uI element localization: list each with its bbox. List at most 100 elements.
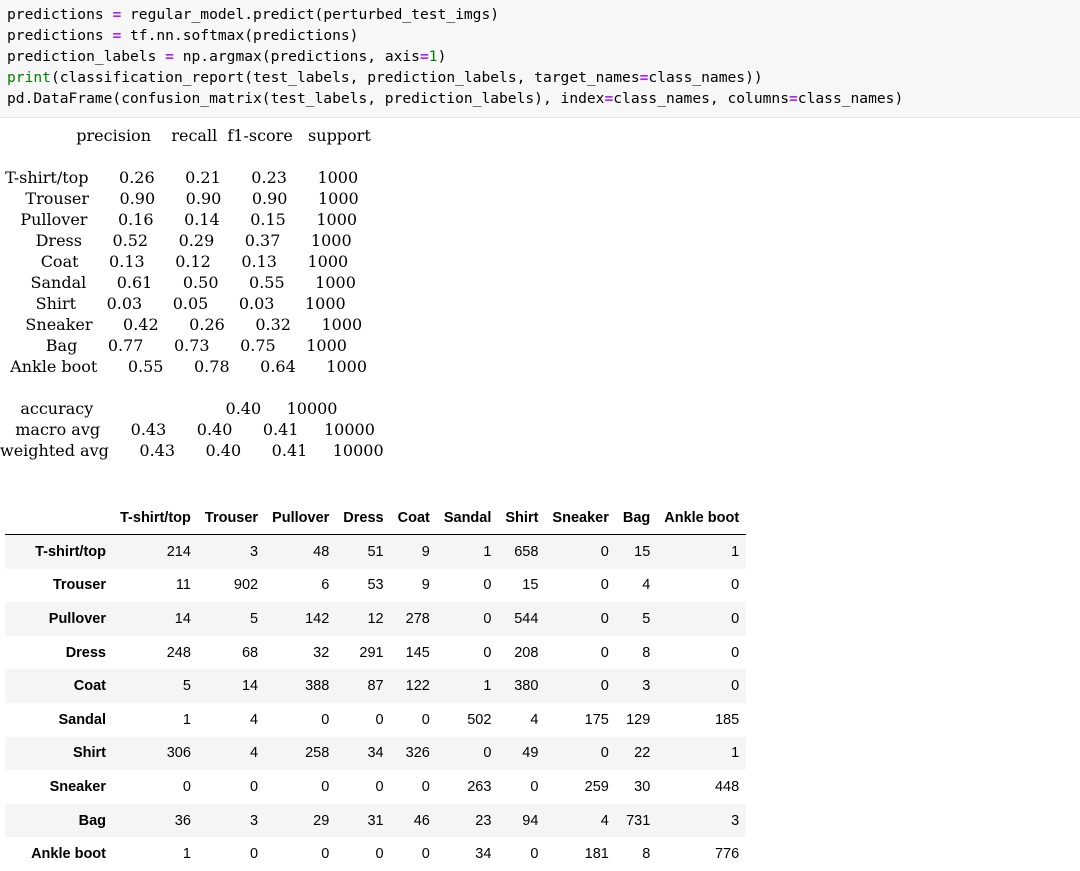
matrix-cell: 902 [233,577,259,594]
matrix-cell: 248 [166,644,191,661]
column-header: Bag [615,502,658,535]
matrix-cell: 502 [467,711,492,728]
matrix-cell: 3 [731,812,740,829]
matrix-cell: 68 [241,644,259,661]
matrix-cell: 0 [530,778,539,795]
matrix-cell: 0 [600,644,609,661]
report-line: Dress 0.52 0.29 0.37 1000 [0,231,352,250]
matrix-cell: 0 [321,711,330,728]
matrix-cell: 23 [475,812,492,829]
matrix-cell: 0 [250,846,259,863]
matrix-cell: 14 [174,610,191,627]
report-line: macro avg 0.43 0.40 0.41 10000 [0,420,375,439]
matrix-cell: 11 [175,577,191,594]
table-row: Sandal 1 4 0 0 0 502 4 175 129 185 [5,703,746,737]
matrix-cell: 0 [731,610,740,627]
row-header: Dress [65,644,106,661]
matrix-cell: 3 [642,678,651,695]
report-line: Sneaker 0.42 0.26 0.32 1000 [0,315,363,334]
column-header: Pullover [265,502,337,535]
report-line [0,146,384,167]
matrix-cell: 5 [642,610,651,627]
code-token: print [7,69,51,86]
report-line: Pullover 0.16 0.14 0.15 1000 [0,210,358,229]
matrix-cell: 1 [182,846,191,863]
code-line: pd.DataFrame(confusion_matrix(test_label… [7,88,1080,109]
matrix-cell: 34 [367,745,384,762]
column-header: Sneaker [545,502,616,535]
matrix-cell: 22 [634,745,651,762]
matrix-cell: 5 [250,610,259,627]
matrix-cell: 0 [731,644,740,661]
table-row: Pullover 14 5 142 12 278 0 544 0 5 0 [5,602,747,636]
table-row: Shirt 306 4 258 34 326 0 49 0 22 1 [5,736,747,771]
code-token: = [789,90,798,107]
report-line: Bag 0.77 0.73 0.75 1000 [0,336,347,355]
row-header: T-shirt/top [35,543,106,560]
matrix-cell: 0 [421,711,430,728]
table-row: Coat 5 14 388 87 122 1 380 0 3 0 [5,669,747,703]
matrix-cell: 142 [305,610,330,627]
matrix-cell: 46 [413,812,430,829]
matrix-cell: 4 [642,577,651,594]
code-token: = [112,6,122,23]
matrix-cell: 448 [714,778,740,795]
code-token: = [112,27,122,44]
matrix-cell: 544 [514,610,539,627]
matrix-cell: 53 [367,577,384,594]
matrix-cell: 326 [405,745,430,762]
table-row: Ankle boot 1 0 0 0 0 34 0 181 8 776 [5,837,746,871]
matrix-cell: 291 [359,644,384,661]
matrix-cell: 0 [600,745,609,762]
matrix-cell: 1 [182,711,191,728]
matrix-cell: 8 [642,644,651,661]
report-line: Shirt 0.03 0.05 0.03 1000 [0,294,346,313]
table-row: Trouser 11 902 6 53 9 0 15 0 4 0 [5,569,746,603]
code-cell-input[interactable]: predictions = regular_model.predict(pert… [0,0,1080,118]
classification-report-output: precision recall f1-score support T-shir… [0,125,384,461]
report-line: Trouser 0.90 0.90 0.90 1000 [0,189,359,208]
report-line: Sandal 0.61 0.50 0.55 1000 [0,273,356,292]
matrix-cell: 731 [626,812,651,829]
matrix-cell: 32 [313,644,330,661]
matrix-cell: 0 [182,778,191,795]
matrix-cell: 0 [483,610,492,627]
code-token: predictions [7,6,113,23]
matrix-cell: 0 [421,778,430,795]
matrix-cell: 0 [321,778,330,795]
column-header: Coat [390,502,437,535]
code-token: ) [437,48,447,65]
code-token: np.argmax(predictions, axis [173,48,420,65]
code-token: regular_model.predict(perturbed_test_img… [121,6,500,23]
column-header: Trouser [197,502,266,535]
code-token: 1 [428,48,438,65]
row-header: Shirt [72,745,106,762]
row-header: Bag [78,812,106,829]
report-line: Ankle boot 0.55 0.78 0.64 1000 [0,357,367,376]
code-token: class_names) [797,90,904,107]
column-header: Ankle boot [657,502,747,535]
report-line: accuracy 0.40 10000 [0,399,338,418]
code-token: class_names)) [648,69,763,86]
matrix-cell: 1 [483,678,492,695]
matrix-cell: 306 [166,745,191,762]
matrix-cell: 259 [584,778,609,795]
report-line: T-shirt/top 0.26 0.21 0.23 1000 [0,168,359,187]
column-header: Shirt [498,502,546,535]
matrix-cell: 15 [522,577,539,594]
row-header: Ankle boot [31,846,106,863]
row-header: Pullover [48,610,106,627]
matrix-cell: 4 [600,812,609,829]
matrix-cell: 0 [600,543,609,560]
code-token: predictions [7,27,113,44]
matrix-cell: 29 [313,812,330,829]
matrix-cell: 0 [600,610,609,627]
matrix-cell: 129 [626,711,651,728]
row-header: Coat [73,678,106,695]
matrix-cell: 278 [405,610,430,627]
report-line: weighted avg 0.43 0.40 0.41 10000 [0,441,384,460]
matrix-cell: 6 [321,577,330,594]
code-token: = [604,90,614,107]
matrix-cell: 122 [405,678,430,695]
corner-header-cell [5,502,113,535]
